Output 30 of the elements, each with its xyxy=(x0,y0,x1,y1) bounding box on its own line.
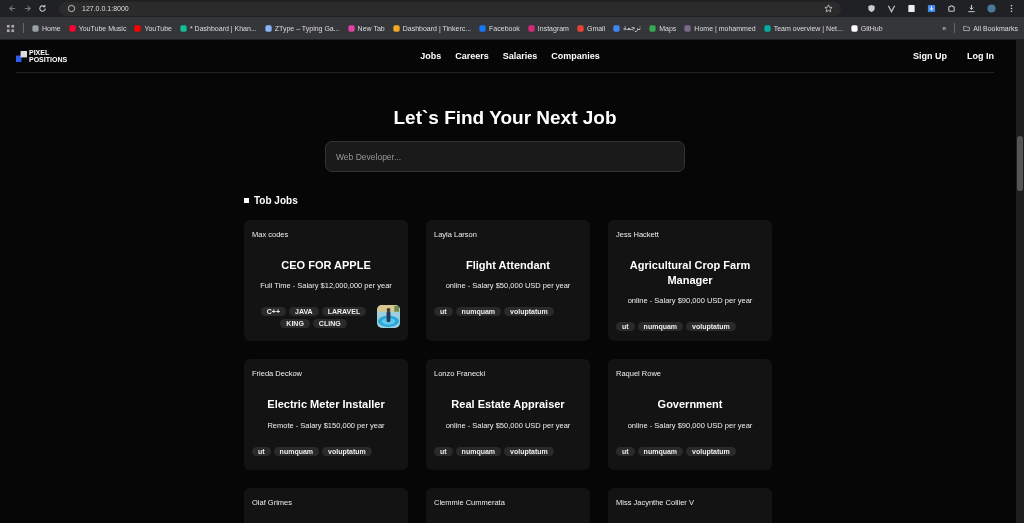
shield-icon[interactable] xyxy=(867,4,876,13)
nav-link[interactable]: Salaries xyxy=(502,51,538,61)
apps-icon[interactable] xyxy=(6,23,15,33)
bullet-icon xyxy=(244,198,249,203)
avatar-icon[interactable] xyxy=(987,4,996,13)
reload-icon[interactable] xyxy=(38,4,47,13)
download-icon[interactable] xyxy=(927,4,936,13)
download-icon[interactable] xyxy=(967,4,976,13)
section-title: Tob Jobs xyxy=(254,195,298,206)
forward-icon[interactable] xyxy=(23,4,32,13)
nav-link[interactable]: Jobs xyxy=(420,51,442,61)
chevron-icon[interactable] xyxy=(887,4,896,13)
folder-icon xyxy=(963,24,971,32)
scrollbar[interactable] xyxy=(1016,40,1024,523)
auth-link[interactable]: Sign Up xyxy=(913,51,947,61)
nav-link[interactable]: Careers xyxy=(455,51,489,61)
back-icon[interactable] xyxy=(8,4,17,13)
note-icon[interactable] xyxy=(907,4,916,13)
job-title[interactable]: Government xyxy=(649,397,731,413)
search-field[interactable]: Web Developer... xyxy=(325,141,685,172)
site-info-icon[interactable] xyxy=(67,4,76,13)
job-title[interactable]: CEO FOR APPLE xyxy=(273,258,379,274)
nav-link[interactable]: Companies xyxy=(551,51,600,61)
auth-link[interactable]: Log In xyxy=(967,51,994,61)
job-title[interactable]: Flight Attendant xyxy=(458,258,558,274)
job-title[interactable]: Electric Meter Installer xyxy=(259,397,393,413)
page-heading: Let`s Find Your Next Job xyxy=(392,107,618,129)
star-icon[interactable] xyxy=(824,4,833,13)
job-title[interactable]: Agricultural Crop Farm Manager xyxy=(616,258,764,289)
job-title[interactable]: Real Estate Appraiser xyxy=(443,397,573,413)
